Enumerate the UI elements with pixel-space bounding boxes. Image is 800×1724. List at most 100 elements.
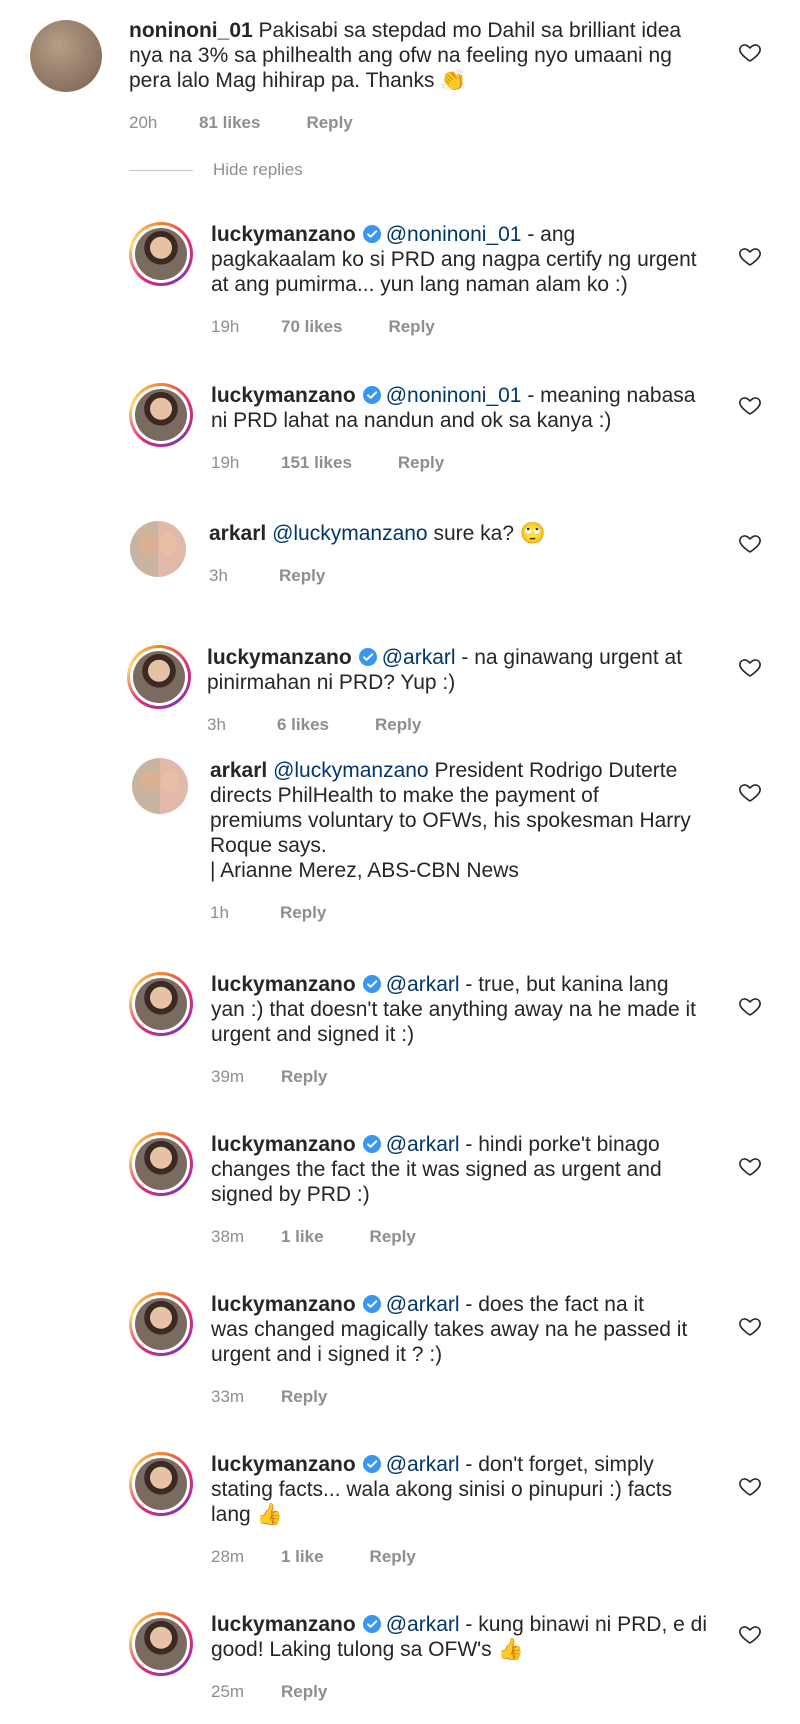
comment-line: luckymanzano @arkarl - don't forget, simp…	[211, 1452, 672, 1477]
comment-line: nya na 3% sa philhealth ang ofw na feeli…	[129, 43, 681, 68]
like-heart-icon[interactable]	[738, 1154, 762, 1178]
reply-button[interactable]: Reply	[388, 317, 434, 337]
mention-link[interactable]: @arkarl	[386, 1453, 460, 1476]
comment-timestamp: 19h	[211, 317, 240, 336]
like-heart-icon[interactable]	[738, 1314, 762, 1338]
comment-text: luckymanzano @arkarl - kung binawi ni PRD…	[211, 1612, 707, 1662]
comment-text-segment: at ang pumirma... yun lang naman alam ko…	[211, 273, 628, 296]
mention-link[interactable]: @arkarl	[386, 973, 460, 996]
reply-button[interactable]: Reply	[280, 903, 326, 923]
comment-text-segment: | Arianne Merez, ABS-CBN News	[210, 859, 519, 882]
avatar[interactable]	[130, 521, 186, 577]
comment-meta: 20h 81 likes Reply	[129, 113, 353, 133]
comment-meta: 39m Reply	[211, 1067, 327, 1087]
like-heart-icon[interactable]	[738, 655, 762, 679]
username-link[interactable]: luckymanzano	[207, 646, 352, 669]
comment-text-segment: pera lalo Mag hihirap pa. Thanks 👏	[129, 69, 467, 92]
like-heart-icon[interactable]	[738, 244, 762, 268]
reply-button[interactable]: Reply	[279, 566, 325, 586]
username-link[interactable]: luckymanzano	[211, 1133, 356, 1156]
mention-link[interactable]: @arkarl	[386, 1613, 460, 1636]
comment-meta: 19h 151 likes Reply	[211, 453, 444, 473]
comment-line: changes the fact the it was signed as ur…	[211, 1157, 662, 1182]
hide-replies-button[interactable]: Hide replies	[129, 160, 303, 180]
reply-button[interactable]: Reply	[398, 453, 444, 473]
comment-text-segment: urgent and i signed it ? :)	[211, 1343, 443, 1366]
reply-button[interactable]: Reply	[370, 1227, 416, 1247]
likes-count-button[interactable]: 1 like	[281, 1227, 324, 1247]
username-link[interactable]: luckymanzano	[211, 1613, 356, 1636]
likes-count-button[interactable]: 1 like	[281, 1547, 324, 1567]
username-link[interactable]: arkarl	[210, 759, 267, 782]
avatar[interactable]	[129, 1292, 193, 1356]
reply-button[interactable]: Reply	[281, 1387, 327, 1407]
comment-line: stating facts... wala akong sinisi o pin…	[211, 1477, 672, 1502]
like-heart-icon[interactable]	[738, 994, 762, 1018]
avatar[interactable]	[129, 1132, 193, 1196]
comment-line: luckymanzano @arkarl - hindi porke't bina…	[211, 1132, 662, 1157]
avatar[interactable]	[129, 1452, 193, 1516]
avatar[interactable]	[132, 758, 188, 814]
username-link[interactable]: luckymanzano	[211, 384, 356, 407]
username-link[interactable]: luckymanzano	[211, 1453, 356, 1476]
mention-link[interactable]: @arkarl	[386, 1133, 460, 1156]
verified-badge-icon	[358, 647, 378, 667]
comment-line: pinirmahan ni PRD? Yup :)	[207, 670, 682, 695]
likes-count-button[interactable]: 6 likes	[277, 715, 329, 735]
like-heart-icon[interactable]	[738, 1622, 762, 1646]
comment-timestamp: 25m	[211, 1682, 245, 1701]
reply-button[interactable]: Reply	[370, 1547, 416, 1567]
comment-line: good! Laking tulong sa OFW's 👍	[211, 1637, 707, 1662]
mention-link[interactable]: @arkarl	[386, 1293, 460, 1316]
like-heart-icon[interactable]	[738, 780, 762, 804]
comment-text-segment: Pakisabi sa stepdad mo Dahil sa brillian…	[258, 19, 682, 42]
comment-text: arkarl @luckymanzano President Rodrigo D…	[210, 758, 691, 883]
comment-text-segment: - true, but kanina lang	[459, 973, 669, 996]
comment-line: ni PRD lahat na nandun and ok sa kanya :…	[211, 408, 695, 433]
username-link[interactable]: luckymanzano	[211, 223, 356, 246]
comment-meta: 28m 1 like Reply	[211, 1547, 416, 1567]
mention-link[interactable]: @luckymanzano	[272, 522, 428, 545]
avatar[interactable]	[129, 383, 193, 447]
likes-count-button[interactable]: 151 likes	[281, 453, 352, 473]
comment-timestamp: 39m	[211, 1067, 245, 1086]
mention-link[interactable]: @noninoni_01	[386, 384, 522, 407]
avatar[interactable]	[127, 645, 191, 709]
like-heart-icon[interactable]	[738, 40, 762, 64]
hide-replies-label: Hide replies	[213, 160, 303, 179]
avatar[interactable]	[129, 972, 193, 1036]
comment-meta: 19h 70 likes Reply	[211, 317, 435, 337]
username-link[interactable]: luckymanzano	[211, 1293, 356, 1316]
mention-link[interactable]: @luckymanzano	[273, 759, 429, 782]
comment-timestamp: 38m	[211, 1227, 245, 1246]
reply-button[interactable]: Reply	[281, 1682, 327, 1702]
reply-button[interactable]: Reply	[306, 113, 352, 133]
comment-meta: 38m 1 like Reply	[211, 1227, 416, 1247]
comment-meta: 25m Reply	[211, 1682, 327, 1702]
comment-text: luckymanzano @noninoni_01 - meaning nabas…	[211, 383, 695, 433]
username-link[interactable]: luckymanzano	[211, 973, 356, 996]
verified-badge-icon	[362, 1454, 382, 1474]
comment-timestamp: 3h	[207, 715, 226, 734]
reply-button[interactable]: Reply	[375, 715, 421, 735]
avatar[interactable]	[129, 222, 193, 286]
username-link[interactable]: noninoni_01	[129, 19, 253, 42]
avatar[interactable]	[30, 20, 102, 92]
like-heart-icon[interactable]	[738, 531, 762, 555]
mention-link[interactable]: @arkarl	[382, 646, 456, 669]
like-heart-icon[interactable]	[738, 1474, 762, 1498]
comment-line: luckymanzano @noninoni_01 - meaning nabas…	[211, 383, 695, 408]
username-link[interactable]: arkarl	[209, 522, 266, 545]
mention-link[interactable]: @noninoni_01	[386, 223, 522, 246]
comment-text-segment: - hindi porke't binago	[459, 1133, 660, 1156]
likes-count-button[interactable]: 70 likes	[281, 317, 342, 337]
likes-count-button[interactable]: 81 likes	[199, 113, 260, 133]
like-heart-icon[interactable]	[738, 393, 762, 417]
comment-meta: 3h 6 likes Reply	[207, 715, 421, 735]
reply-button[interactable]: Reply	[281, 1067, 327, 1087]
comment-line: at ang pumirma... yun lang naman alam ko…	[211, 272, 697, 297]
comment-timestamp: 28m	[211, 1547, 245, 1566]
verified-badge-icon	[362, 385, 382, 405]
avatar[interactable]	[129, 1612, 193, 1676]
comment-text-segment: President Rodrigo Duterte	[428, 759, 678, 782]
